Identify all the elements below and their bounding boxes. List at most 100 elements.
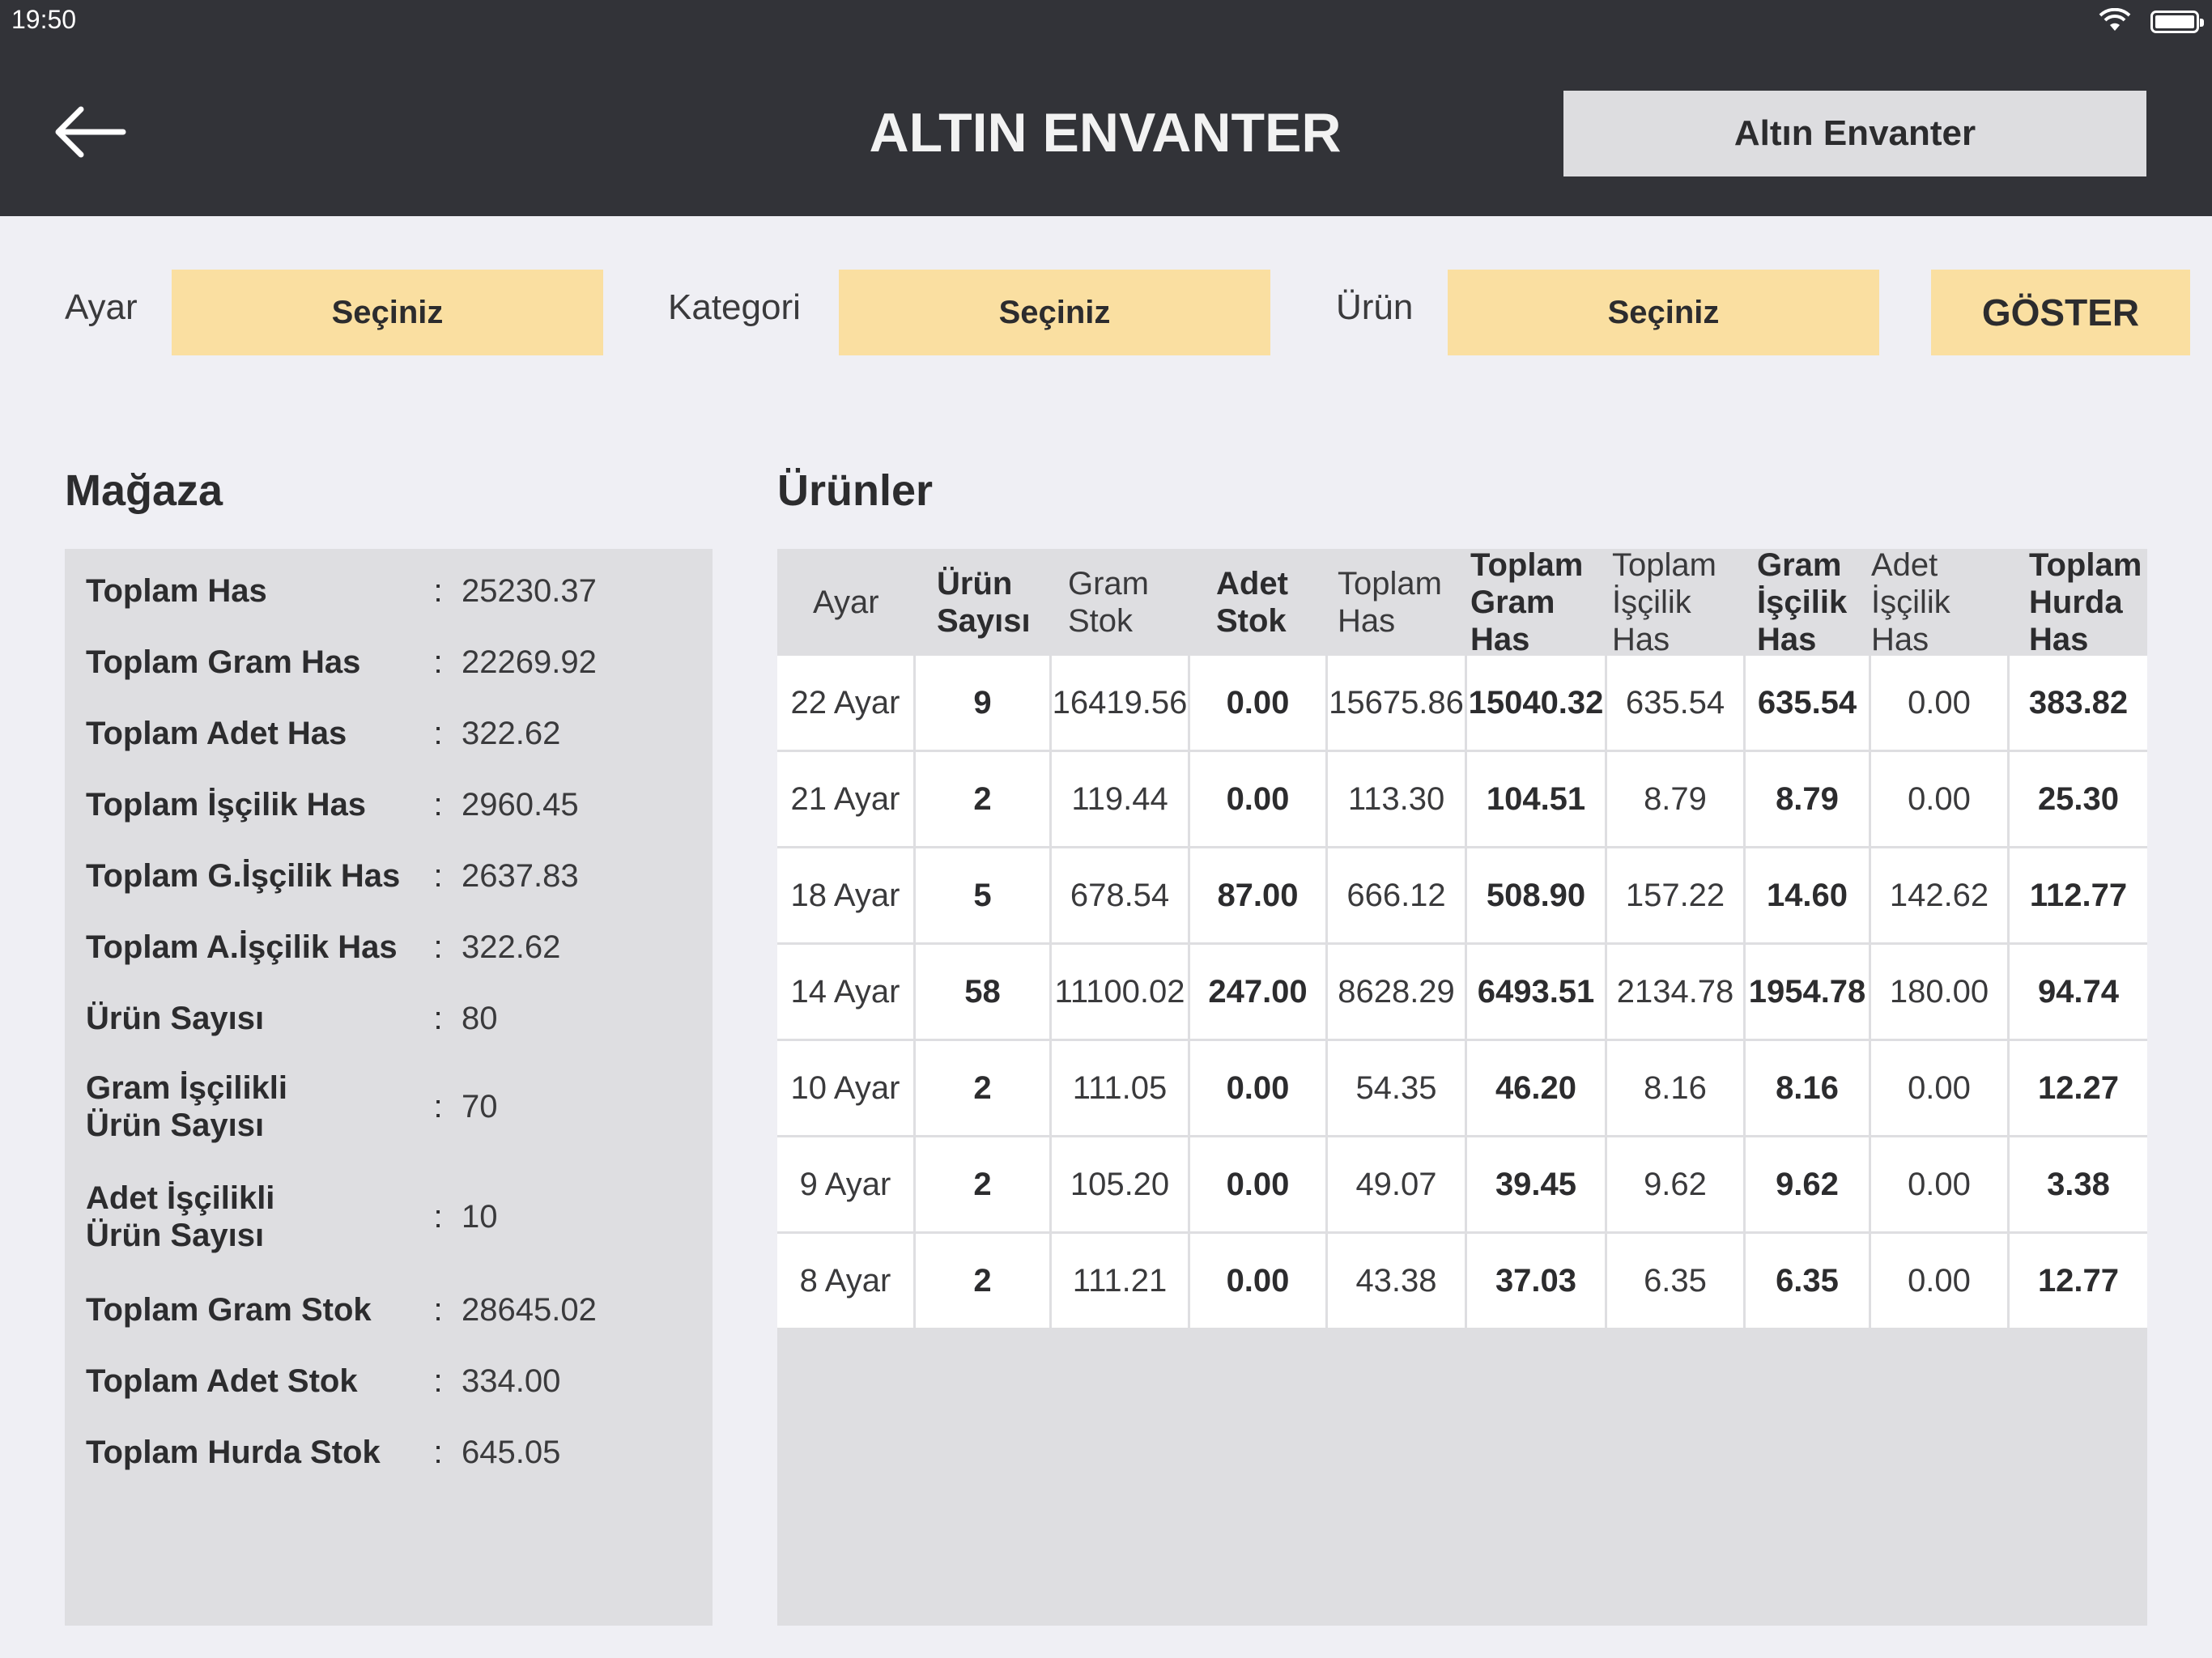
table-cell: 0.00 xyxy=(1190,1137,1328,1231)
table-cell: 37.03 xyxy=(1467,1234,1607,1328)
table-cell: 15675.86 xyxy=(1328,656,1467,750)
table-cell: 54.35 xyxy=(1328,1041,1467,1135)
store-row-colon: : xyxy=(433,644,443,680)
column-header: Toplam İşçilik Has xyxy=(1612,547,1716,657)
store-row-label: Toplam Gram Has xyxy=(86,644,361,680)
table-cell: 8 Ayar xyxy=(777,1234,916,1328)
column-header: Gram Stok xyxy=(1068,566,1149,639)
store-row-colon: : xyxy=(433,572,443,609)
table-cell: 18 Ayar xyxy=(777,848,916,942)
table-cell: 11100.02 xyxy=(1052,945,1190,1039)
table-cell: 6.35 xyxy=(1746,1234,1871,1328)
urun-label: Ürün xyxy=(1336,287,1414,327)
table-row[interactable]: 9 Ayar 2 105.20 0.00 49.07 39.45 9.62 9.62 0.00 3… xyxy=(777,1137,2147,1231)
table-cell: 12.27 xyxy=(2037,1069,2120,1106)
table-cell: 16419.56 xyxy=(1052,656,1190,750)
table-cell: 9.62 xyxy=(1607,1137,1746,1231)
table-row[interactable]: 22 Ayar 9 16419.56 0.00 15675.86 15040.32 635.… xyxy=(777,656,2147,750)
store-row-label: Toplam G.İşçilik Has xyxy=(86,858,401,894)
kategori-select[interactable]: Seçiniz xyxy=(839,270,1270,355)
show-button[interactable]: GÖSTER xyxy=(1931,270,2190,355)
table-cell: 119.44 xyxy=(1052,752,1190,846)
store-row-colon: : xyxy=(433,1198,443,1235)
table-cell: 5 xyxy=(916,848,1052,942)
table-cell: 15040.32 xyxy=(1467,656,1607,750)
store-row-value: 2637.83 xyxy=(462,857,579,894)
store-row: Toplam Adet Has:322.62 xyxy=(86,706,701,761)
status-time: 19:50 xyxy=(11,5,77,34)
store-row-colon: : xyxy=(433,857,443,894)
store-row-label: Toplam Gram Stok xyxy=(86,1292,372,1328)
ayar-select[interactable]: Seçiniz xyxy=(172,270,603,355)
store-row-label: Toplam Has xyxy=(86,573,267,609)
store-row: Toplam Has:25230.37 xyxy=(86,563,701,619)
table-cell: 2134.78 xyxy=(1607,945,1746,1039)
table-row[interactable]: 8 Ayar 2 111.21 0.00 43.38 37.03 6.35 6.35 0.00 1… xyxy=(777,1234,2147,1328)
table-cell: 9 xyxy=(916,656,1052,750)
column-header: Ürün Sayısı xyxy=(937,566,1031,639)
column-header: Toplam Has xyxy=(1338,566,1442,639)
store-row-value: 334.00 xyxy=(462,1363,561,1399)
table-cell: 112.77 xyxy=(2029,877,2128,913)
table-cell: 383.82 xyxy=(2028,684,2129,721)
table-cell: 22 Ayar xyxy=(777,656,916,750)
store-row-colon: : xyxy=(433,786,443,823)
table-cell: 1954.78 xyxy=(1746,945,1871,1039)
table-row[interactable]: 21 Ayar 2 119.44 0.00 113.30 104.51 8.79 8.79 0.… xyxy=(777,752,2147,846)
table-row[interactable]: 10 Ayar 2 111.05 0.00 54.35 46.20 8.16 8.16 0.00… xyxy=(777,1041,2147,1135)
table-cell: 2 xyxy=(916,1041,1052,1135)
table-cell: 10 Ayar xyxy=(777,1041,916,1135)
store-row-colon: : xyxy=(433,1291,443,1328)
store-row: Adet İşçilikli Ürün Sayısı:10 xyxy=(86,1172,701,1261)
table-cell: 247.00 xyxy=(1190,945,1328,1039)
store-row: Gram İşçilikli Ürün Sayısı:70 xyxy=(86,1062,701,1151)
table-row[interactable]: 18 Ayar 5 678.54 87.00 666.12 508.90 157.22 14.… xyxy=(777,848,2147,942)
column-header: Toplam Hurda Has xyxy=(2029,547,2142,657)
table-cell: 2 xyxy=(916,1234,1052,1328)
table-cell: 157.22 xyxy=(1607,848,1746,942)
urun-select[interactable]: Seçiniz xyxy=(1448,270,1879,355)
table-cell: 14.60 xyxy=(1746,848,1871,942)
store-row-value: 322.62 xyxy=(462,715,561,751)
table-cell: 0.00 xyxy=(1871,1137,2010,1231)
table-header: Ayar Ürün Sayısı Gram Stok Adet Stok Toplam Has T… xyxy=(777,547,2147,657)
table-cell: 113.30 xyxy=(1328,752,1467,846)
table-cell: 666.12 xyxy=(1328,848,1467,942)
store-row-value: 25230.37 xyxy=(462,572,597,609)
column-header: Toplam Gram Has xyxy=(1470,547,1584,657)
table-cell: 8.16 xyxy=(1607,1041,1746,1135)
status-indicators xyxy=(2099,7,2204,36)
store-row-label: Toplam Adet Has xyxy=(86,716,347,751)
table-cell: 0.00 xyxy=(1190,1234,1328,1328)
table-cell: 8.79 xyxy=(1607,752,1746,846)
store-row-value: 10 xyxy=(462,1198,498,1235)
back-button[interactable] xyxy=(49,97,130,170)
table-cell: 21 Ayar xyxy=(777,752,916,846)
table-cell: 39.45 xyxy=(1467,1137,1607,1231)
table-cell: 9.62 xyxy=(1746,1137,1871,1231)
store-row: Toplam Adet Stok:334.00 xyxy=(86,1354,701,1409)
table-cell: 46.20 xyxy=(1467,1041,1607,1135)
table-cell: 180.00 xyxy=(1871,945,2010,1039)
column-header: Adet Stok xyxy=(1216,566,1288,639)
store-summary-panel: Toplam Has:25230.37 Toplam Gram Has:22269… xyxy=(65,549,713,1626)
table-cell: 0.00 xyxy=(1871,1234,2010,1328)
table-cell: 2 xyxy=(916,752,1052,846)
table-cell: 43.38 xyxy=(1328,1234,1467,1328)
store-row: Toplam Gram Has:22269.92 xyxy=(86,635,701,690)
table-cell: 0.00 xyxy=(1871,656,2010,750)
store-row: Ürün Sayısı:80 xyxy=(86,991,701,1046)
store-row-value: 22269.92 xyxy=(462,644,597,680)
table-cell: 2 xyxy=(916,1137,1052,1231)
store-row-value: 28645.02 xyxy=(462,1291,597,1328)
kategori-label: Kategori xyxy=(668,287,801,327)
store-row-value: 80 xyxy=(462,1000,498,1036)
store-row-value: 645.05 xyxy=(462,1434,561,1470)
table-cell: 142.62 xyxy=(1871,848,2010,942)
wifi-icon xyxy=(2099,7,2131,36)
table-row[interactable]: 14 Ayar 58 11100.02 247.00 8628.29 6493.51 213… xyxy=(777,945,2147,1039)
altin-envanter-button[interactable]: Altın Envanter xyxy=(1563,91,2146,176)
store-row-value: 2960.45 xyxy=(462,786,579,823)
store-row-colon: : xyxy=(433,715,443,751)
battery-icon xyxy=(2150,11,2204,33)
